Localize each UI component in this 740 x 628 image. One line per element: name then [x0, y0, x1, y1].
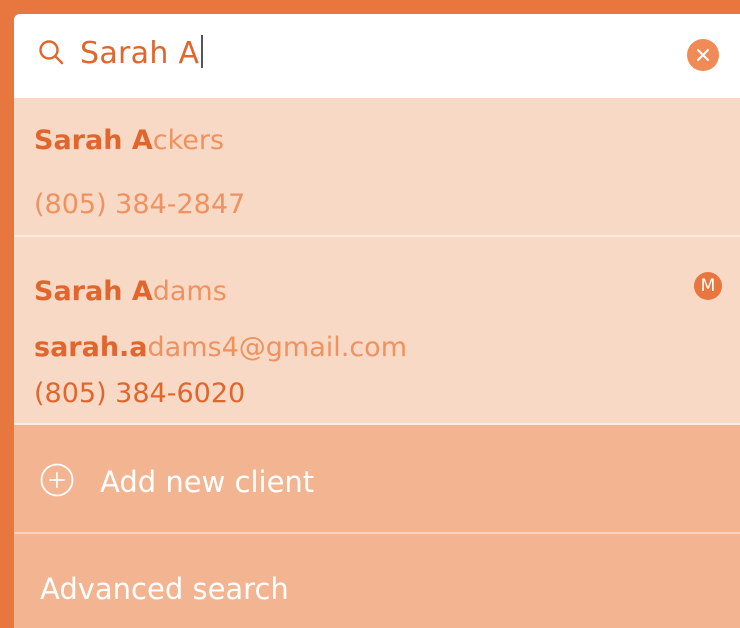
clear-search-button[interactable] [687, 39, 719, 71]
name-match: Sarah A [34, 125, 153, 156]
advanced-search-label: Advanced search [40, 572, 289, 606]
email-match: sarah.a [34, 332, 148, 363]
client-search-dropdown: Sarah A Sarah Ackers (805) 384-2847 Sara… [14, 14, 740, 628]
client-name: Sarah Adams [34, 275, 227, 309]
close-icon [697, 49, 709, 61]
add-new-client-label: Add new client [100, 465, 315, 499]
client-result-item[interactable]: Sarah Ackers (805) 384-2847 [14, 98, 740, 235]
name-match: Sarah A [34, 276, 153, 307]
search-bar[interactable]: Sarah A [14, 14, 740, 98]
plus-circle-icon [40, 463, 74, 497]
client-email: sarah.adams4@gmail.com [34, 331, 407, 365]
search-input[interactable]: Sarah A [80, 32, 204, 76]
member-badge: M [694, 272, 722, 300]
text-caret [201, 35, 204, 68]
client-phone: (805) 384-2847 [34, 189, 246, 220]
name-remainder: ckers [152, 125, 225, 156]
add-new-client-button[interactable]: Add new client [14, 425, 740, 532]
client-result-item[interactable]: Sarah Adams M sarah.adams4@gmail.com (80… [14, 237, 740, 423]
search-icon [39, 40, 64, 65]
advanced-search-button[interactable]: Advanced search [14, 534, 740, 628]
email-remainder: dams4@gmail.com [147, 332, 407, 363]
search-query: Sarah A [80, 36, 200, 71]
name-remainder: dams [152, 276, 227, 307]
client-phone: (805) 384-6020 [34, 378, 246, 409]
client-name: Sarah Ackers [34, 124, 224, 158]
